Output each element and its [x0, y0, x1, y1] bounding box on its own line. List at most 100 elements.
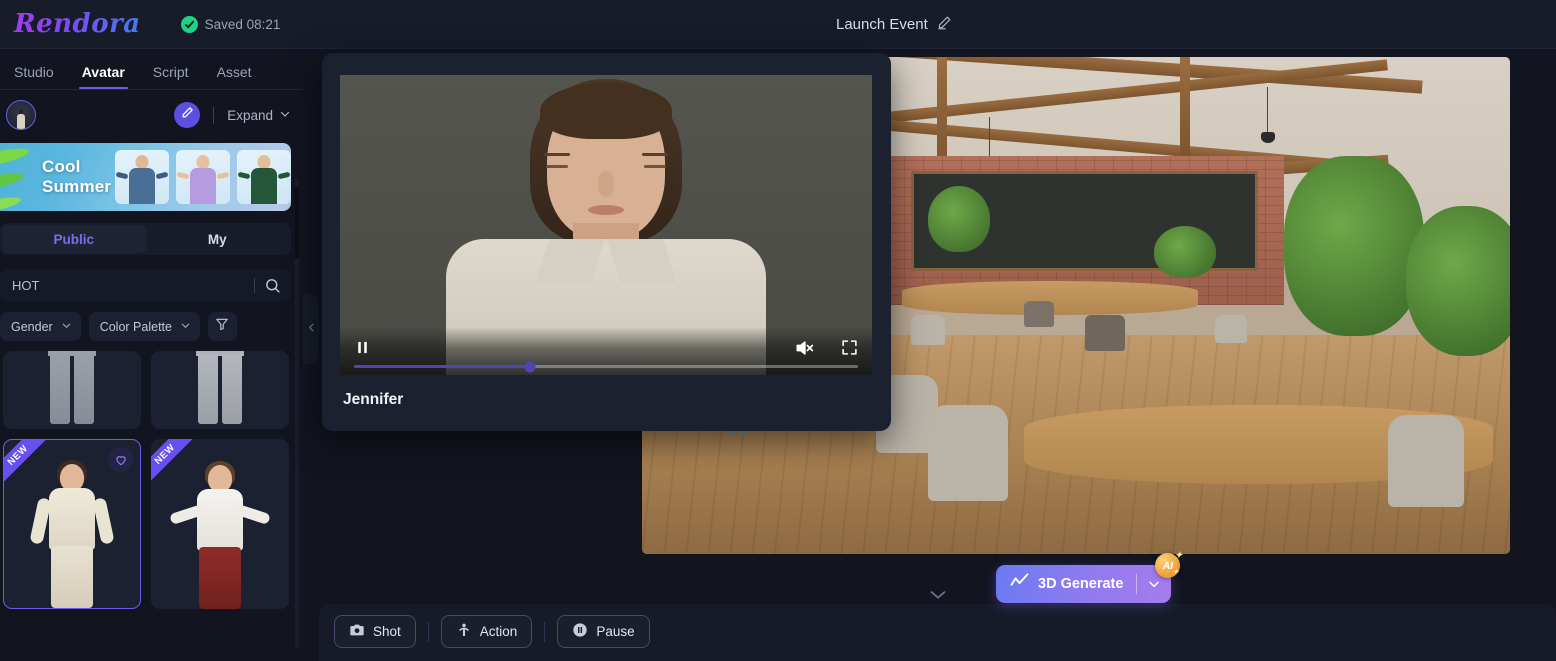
advanced-filter-button[interactable]: [207, 312, 237, 341]
promo-thumb-2[interactable]: [176, 150, 230, 204]
divider: [544, 621, 546, 642]
avatar-figure-thumbnail: [18, 458, 126, 608]
trend-line-icon: [1010, 572, 1029, 596]
filter-color-palette[interactable]: Color Palette: [88, 312, 200, 341]
app-logo[interactable]: Rendora: [10, 9, 145, 39]
expand-button[interactable]: Expand: [227, 108, 291, 123]
shot-button[interactable]: Shot: [334, 615, 416, 648]
filter-gender-label: Gender: [11, 319, 53, 334]
potted-plant: [1154, 225, 1217, 278]
camera-icon: [349, 622, 365, 641]
promo-banner-cool-summer[interactable]: Cool Summer: [0, 143, 291, 211]
chevron-down-icon: [279, 108, 291, 123]
pause-circle-icon: [572, 622, 588, 641]
asset-card-grid: NEW NEW: [0, 351, 291, 609]
divider: [254, 277, 255, 293]
video-progress-knob[interactable]: [524, 361, 536, 372]
search-icon[interactable]: [264, 277, 285, 294]
sidebar-collapse-button[interactable]: [303, 294, 319, 364]
search-input[interactable]: [12, 277, 254, 293]
scene-toolbar: Shot Action Pause: [334, 615, 650, 648]
office-chair: [1023, 300, 1054, 327]
chevron-left-icon: [306, 320, 317, 338]
3d-generate-button[interactable]: 3D Generate: [996, 565, 1172, 603]
video-progress-fill: [354, 365, 531, 368]
fullscreen-icon[interactable]: [841, 339, 858, 361]
filter-color-palette-label: Color Palette: [99, 319, 172, 334]
tab-avatar[interactable]: Avatar: [78, 64, 128, 89]
avatar-control-row: Expand: [0, 90, 303, 140]
volume-muted-icon[interactable]: [794, 338, 814, 363]
project-title-text: Launch Event: [836, 16, 928, 33]
video-progress-bar[interactable]: [354, 361, 858, 372]
potted-plant: [928, 186, 991, 253]
tree-plant: [1405, 206, 1510, 357]
trousers-thumbnail: [46, 351, 98, 425]
pause-icon[interactable]: [354, 338, 371, 362]
promo-thumb-3[interactable]: [237, 150, 291, 204]
sidebar-scrollbar-thumb[interactable]: [295, 187, 299, 259]
expand-label: Expand: [227, 107, 273, 123]
divider: [213, 106, 215, 124]
ai-badge: ✦ ✦ AI: [1155, 550, 1182, 578]
avatar-figure-icon: [16, 109, 26, 129]
library-scope-tabs: Public My: [0, 223, 291, 255]
action-button[interactable]: Action: [440, 615, 533, 648]
tab-asset[interactable]: Asset: [217, 64, 252, 89]
avatar-thumbnail[interactable]: [6, 100, 36, 130]
office-chair-front: [928, 404, 1009, 501]
3d-generate-dropdown[interactable]: [1147, 577, 1167, 591]
video-controls-bar: [340, 327, 872, 375]
check-circle-icon: [180, 15, 198, 33]
divider: [427, 621, 429, 642]
tab-script[interactable]: Script: [153, 64, 189, 89]
pendant-lamp: [1260, 131, 1275, 143]
generate-button-wrapper: 3D Generate ✦ ✦ AI: [996, 550, 1182, 603]
pencil-icon: [181, 106, 194, 124]
save-status-text: Saved 08:21: [204, 16, 281, 32]
project-title[interactable]: Launch Event: [836, 0, 952, 49]
filter-row: Gender Color Palette: [0, 312, 291, 341]
tab-public[interactable]: Public: [2, 225, 146, 253]
avatar-figure-thumbnail: [166, 459, 274, 609]
chevron-down-icon: [180, 320, 191, 334]
action-label: Action: [479, 624, 518, 639]
search-box[interactable]: [0, 269, 291, 301]
save-status: Saved 08:21: [180, 15, 281, 33]
jeans-thumbnail: [194, 351, 246, 425]
panel-collapse-button[interactable]: [928, 588, 948, 606]
sidebar-nav-tabs: Studio Avatar Script Asset: [0, 49, 303, 90]
funnel-filter-icon: [215, 317, 229, 336]
avatar-fringe: [540, 83, 672, 139]
tab-my[interactable]: My: [146, 225, 290, 253]
card-grey-jeans[interactable]: [151, 351, 289, 429]
promo-banner-title: Cool Summer: [42, 157, 111, 197]
search-row: [0, 269, 291, 301]
chevron-down-icon: [61, 320, 72, 334]
office-chair: [911, 315, 946, 346]
filter-gender[interactable]: Gender: [0, 312, 81, 341]
preview-video-player[interactable]: [340, 75, 872, 375]
pause-button[interactable]: Pause: [557, 615, 650, 648]
edit-avatar-button[interactable]: [174, 102, 201, 128]
3d-generate-label: 3D Generate: [1038, 576, 1124, 592]
card-red-skirt-avatar[interactable]: NEW: [151, 439, 289, 609]
promo-title-line1: Cool: [42, 156, 81, 176]
office-chair: [1084, 315, 1125, 352]
bottom-toolbar-panel: Shot Action Pause: [319, 591, 1556, 661]
office-chair-front: [1388, 414, 1465, 507]
preview-avatar-name: Jennifer: [343, 391, 404, 408]
left-sidebar: Studio Avatar Script Asset Expand Cool S…: [0, 49, 303, 661]
card-cream-suit-avatar[interactable]: NEW: [3, 439, 141, 609]
pencil-icon[interactable]: [937, 15, 952, 35]
app-header: Rendora Saved 08:21 Launch Event: [0, 0, 1556, 49]
promo-thumbnails: [115, 150, 291, 204]
card-plaid-trousers[interactable]: [3, 351, 141, 429]
pause-label: Pause: [596, 624, 635, 639]
tab-studio[interactable]: Studio: [14, 64, 54, 89]
avatar-preview-card: Jennifer: [322, 53, 891, 431]
promo-title-line2: Summer: [42, 177, 112, 196]
promo-thumb-1[interactable]: [115, 150, 169, 204]
app-root: Rendora Saved 08:21 Launch Event Studio …: [0, 0, 1556, 661]
tree-plant: [1284, 156, 1425, 337]
